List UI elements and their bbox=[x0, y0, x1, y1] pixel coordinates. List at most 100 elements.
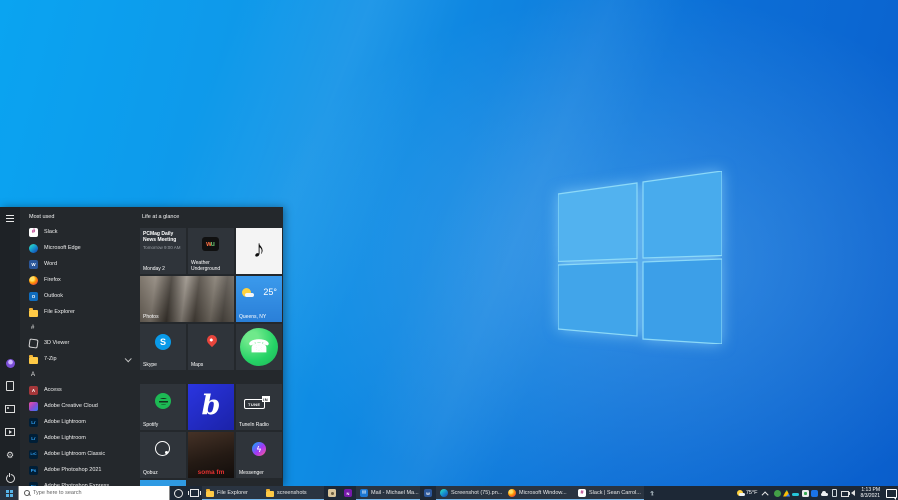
app-item-word[interactable]: Word bbox=[24, 256, 138, 272]
start-button[interactable] bbox=[0, 486, 18, 500]
app-item-firefox[interactable]: Firefox bbox=[24, 272, 138, 288]
tile-b-app[interactable]: b bbox=[188, 384, 234, 430]
app-item-label: 3D Viewer bbox=[44, 340, 69, 346]
firefox-icon bbox=[29, 276, 38, 285]
lightroom-classic-icon bbox=[29, 450, 38, 459]
app-item-adobe-creative-cloud[interactable]: Adobe Creative Cloud bbox=[24, 398, 138, 414]
app-item-adobe-lightroom-classic[interactable]: Adobe Lightroom Classic bbox=[24, 446, 138, 462]
app-item-slack[interactable]: Slack bbox=[24, 224, 138, 240]
app-item-access[interactable]: Access bbox=[24, 382, 138, 398]
weather-temperature: 25° bbox=[263, 287, 277, 297]
tile-label: Spotify bbox=[143, 422, 158, 428]
app-item-outlook[interactable]: Outlook bbox=[24, 288, 138, 304]
taskbar: File Explorer screenshots Mail - Michael… bbox=[0, 486, 898, 500]
tile-group-header[interactable]: Life at a glance bbox=[142, 214, 179, 220]
weather-widget[interactable]: 75°F bbox=[733, 486, 761, 500]
tray-teal-icon[interactable] bbox=[792, 493, 799, 496]
tile-weather[interactable]: 25° Queens, NY bbox=[236, 276, 282, 322]
tray-green-icon[interactable] bbox=[774, 490, 781, 497]
system-tray: 75°F 1:13 PM 8/3/2021 bbox=[733, 486, 898, 500]
tile-whatsapp[interactable]: ☎ bbox=[236, 324, 282, 370]
mail-icon bbox=[360, 489, 368, 497]
tile-photos[interactable]: Photos bbox=[140, 276, 234, 322]
tile-somafm[interactable]: soma fm bbox=[188, 432, 234, 478]
taskbar-firefox[interactable]: Microsoft Window... bbox=[504, 486, 574, 500]
skype-icon: S bbox=[155, 334, 171, 350]
user-account-button[interactable] bbox=[4, 358, 16, 368]
tunein-icon: TUNE IN bbox=[244, 399, 265, 409]
tile-groove-music[interactable]: ♪ bbox=[236, 228, 282, 274]
tile-qobuz[interactable]: Qobuz bbox=[140, 432, 186, 478]
tile-maps[interactable]: Maps bbox=[188, 324, 234, 370]
tile-label: Maps bbox=[191, 362, 203, 368]
hidden-icons-chevron[interactable] bbox=[761, 491, 768, 498]
documents-button[interactable] bbox=[4, 381, 16, 391]
app-item-file-explorer[interactable]: File Explorer bbox=[24, 304, 138, 320]
settings-button[interactable]: ⚙ bbox=[4, 450, 16, 460]
gear-icon: ⚙ bbox=[6, 451, 14, 460]
user-avatar-icon bbox=[6, 359, 15, 368]
clock[interactable]: 1:13 PM 8/3/2021 bbox=[861, 487, 880, 499]
google-drive-icon[interactable] bbox=[783, 490, 790, 497]
tile-skype[interactable]: S Skype bbox=[140, 324, 186, 370]
tunein-logo-text: TUNE bbox=[248, 402, 261, 407]
taskbar-lock-app[interactable] bbox=[324, 486, 340, 500]
app-item-label: Outlook bbox=[44, 293, 63, 299]
app-item-adobe-photoshop-express[interactable]: Adobe Photoshop Express bbox=[24, 478, 138, 486]
app-item-7zip[interactable]: 7-Zip bbox=[24, 351, 138, 367]
screen-share-icon[interactable] bbox=[802, 490, 809, 497]
access-icon bbox=[29, 386, 38, 395]
taskbar-button-label: Mail - Michael Ma... bbox=[371, 490, 419, 496]
taskbar-slack[interactable]: Slack | Sean Carrol... bbox=[574, 486, 644, 500]
onedrive-icon[interactable] bbox=[821, 493, 828, 497]
task-view-button[interactable] bbox=[186, 486, 202, 500]
app-item-label: Adobe Lightroom Classic bbox=[44, 451, 105, 457]
app-item-adobe-lightroom-2[interactable]: Adobe Lightroom bbox=[24, 430, 138, 446]
lightroom-icon bbox=[29, 434, 38, 443]
tile-label: Messenger bbox=[239, 470, 264, 476]
onenote-icon bbox=[344, 489, 352, 497]
bluetooth-icon[interactable] bbox=[811, 490, 818, 497]
windows-logo bbox=[558, 171, 722, 344]
taskbar-misc-app[interactable] bbox=[644, 486, 658, 500]
whatsapp-icon: ☎ bbox=[240, 328, 278, 366]
folder-icon bbox=[29, 310, 38, 317]
app-item-adobe-lightroom[interactable]: Adobe Lightroom bbox=[24, 414, 138, 430]
taskbar-word[interactable] bbox=[420, 486, 436, 500]
cortana-button[interactable] bbox=[170, 486, 186, 500]
tile-label: Photos bbox=[143, 314, 159, 320]
tile-label: Weather Underground bbox=[191, 260, 231, 272]
tile-messenger[interactable]: ϟ Messenger bbox=[236, 432, 282, 478]
outlook-icon bbox=[29, 292, 38, 301]
power-button[interactable] bbox=[4, 473, 16, 483]
section-header-a[interactable]: A bbox=[24, 367, 138, 382]
unknown-app-icon bbox=[648, 489, 656, 497]
taskbar-edge[interactable]: Screenshot (75).pn... bbox=[436, 486, 504, 500]
tile-spotify[interactable]: Spotify bbox=[140, 384, 186, 430]
section-header-hash[interactable]: # bbox=[24, 320, 138, 335]
taskbar-mail[interactable]: Mail - Michael Ma... bbox=[356, 486, 420, 500]
taskbar-onenote[interactable] bbox=[340, 486, 356, 500]
taskbar-screenshots-folder[interactable]: screenshots bbox=[262, 486, 324, 500]
search-input[interactable] bbox=[33, 490, 143, 496]
pictures-button[interactable] bbox=[4, 404, 16, 414]
taskbar-search[interactable] bbox=[18, 486, 170, 500]
messenger-icon: ϟ bbox=[252, 442, 266, 456]
search-icon bbox=[24, 490, 30, 496]
tile-calendar[interactable]: PCMag Daily News Meeting Tomorrow 9:00 A… bbox=[140, 228, 186, 274]
tile-area: Life at a glance PCMag Daily News Meetin… bbox=[140, 207, 283, 486]
your-phone-icon[interactable] bbox=[832, 489, 837, 497]
taskbar-file-explorer[interactable]: File Explorer bbox=[202, 486, 262, 500]
action-center-button[interactable] bbox=[884, 486, 898, 500]
expand-menu-icon[interactable] bbox=[6, 215, 14, 222]
volume-icon[interactable] bbox=[851, 490, 855, 496]
calendar-day: Monday 2 bbox=[143, 266, 165, 272]
tile-tunein[interactable]: TUNE IN TuneIn Radio bbox=[236, 384, 282, 430]
app-item-3d-viewer[interactable]: 3D Viewer bbox=[24, 335, 138, 351]
videos-button[interactable] bbox=[4, 427, 16, 437]
tile-weather-underground[interactable]: Weather Underground bbox=[188, 228, 234, 274]
cube-icon bbox=[28, 338, 38, 348]
b-logo-icon: b bbox=[202, 392, 221, 419]
app-item-microsoft-edge[interactable]: Microsoft Edge bbox=[24, 240, 138, 256]
app-item-adobe-photoshop-2021[interactable]: Adobe Photoshop 2021 bbox=[24, 462, 138, 478]
